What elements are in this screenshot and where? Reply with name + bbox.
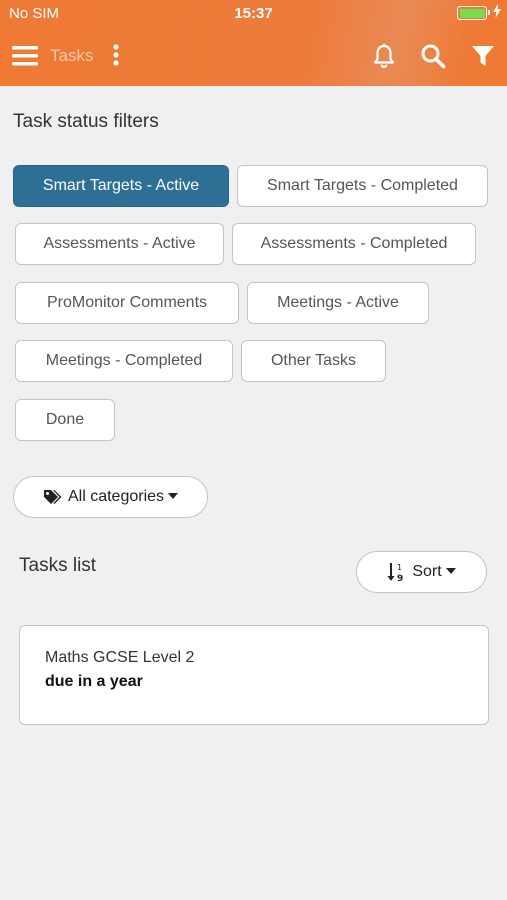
task-due-date: due in a year <box>45 673 143 690</box>
filter-chip-smart-targets-active[interactable]: Smart Targets - Active <box>13 165 229 207</box>
sort-button[interactable]: 1 9 Sort <box>356 551 487 593</box>
filter-chip-meetings-active[interactable]: Meetings - Active <box>247 282 429 324</box>
nav-bar: Tasks <box>0 28 507 86</box>
bell-icon[interactable] <box>370 42 398 70</box>
filter-icon[interactable] <box>469 42 497 70</box>
task-card[interactable]: Maths GCSE Level 2 due in a year <box>19 625 489 725</box>
task-title: Maths GCSE Level 2 <box>45 649 195 666</box>
filter-chip-smart-targets-completed[interactable]: Smart Targets - Completed <box>237 165 488 207</box>
page-title: Tasks <box>50 46 94 65</box>
filter-chip-meetings-completed[interactable]: Meetings - Completed <box>15 340 233 382</box>
charging-icon <box>493 4 501 18</box>
chevron-down-icon <box>445 568 456 574</box>
tags-icon <box>43 490 62 504</box>
svg-text:9: 9 <box>397 574 403 583</box>
sort-numeric-icon: 1 9 <box>387 563 404 583</box>
hamburger-icon[interactable] <box>12 44 38 68</box>
app-header: No SIM 15:37 Tasks <box>0 0 507 86</box>
svg-text:1: 1 <box>397 563 402 572</box>
categories-dropdown[interactable]: All categories <box>13 476 208 518</box>
filter-chip-promonitor-comments[interactable]: ProMonitor Comments <box>15 282 239 324</box>
chevron-down-icon <box>168 493 179 499</box>
filter-chip-assessments-completed[interactable]: Assessments - Completed <box>232 223 476 265</box>
search-icon[interactable] <box>419 42 447 70</box>
sort-label: Sort <box>412 563 442 580</box>
filter-chip-other-tasks[interactable]: Other Tasks <box>241 340 386 382</box>
battery-icon <box>457 6 490 20</box>
clock: 15:37 <box>234 5 273 22</box>
categories-label: All categories <box>67 488 165 505</box>
filter-chip-assessments-active[interactable]: Assessments - Active <box>15 223 224 265</box>
status-bar: No SIM 15:37 <box>0 0 507 28</box>
kebab-icon[interactable] <box>108 43 124 67</box>
filter-chip-done[interactable]: Done <box>15 399 115 441</box>
tasks-list-heading: Tasks list <box>19 555 97 576</box>
filters-heading: Task status filters <box>13 111 159 132</box>
